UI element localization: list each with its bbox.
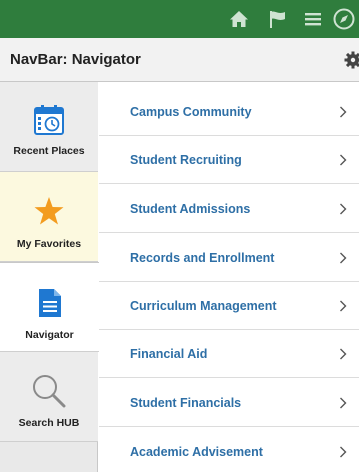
- chevron-right-icon: [339, 153, 347, 167]
- menu-item-label: Student Recruiting: [130, 153, 242, 167]
- sidebar-item-label: Recent Places: [13, 145, 85, 157]
- menu-item-label: Curriculum Management: [130, 299, 277, 313]
- chevron-right-icon: [339, 347, 347, 361]
- sidebar-item-label: Search HUB: [18, 417, 80, 429]
- chevron-right-icon: [339, 105, 347, 119]
- page-title: NavBar: Navigator: [10, 51, 141, 68]
- chevron-right-icon: [339, 445, 347, 459]
- sidebar-item-my-favorites[interactable]: My Favorites: [0, 172, 98, 262]
- menu-icon[interactable]: [298, 0, 328, 38]
- sidebar: Recent Places My Favorites Navigator Sea…: [0, 82, 99, 472]
- sidebar-item-label: Navigator: [25, 329, 74, 341]
- star-icon: [34, 197, 64, 230]
- menu-item-campus-community[interactable]: Campus Community: [99, 88, 359, 136]
- navigator-menu: Campus Community Student Recruiting Stud…: [99, 82, 359, 472]
- chevron-right-icon: [339, 202, 347, 216]
- menu-item-label: Records and Enrollment: [130, 251, 275, 265]
- sidebar-item-navigator[interactable]: Navigator: [0, 262, 99, 352]
- panel-header: NavBar: Navigator: [0, 38, 359, 82]
- chevron-right-icon: [339, 396, 347, 410]
- chevron-right-icon: [339, 251, 347, 265]
- menu-item-records-and-enrollment[interactable]: Records and Enrollment: [99, 234, 359, 282]
- calendar-clock-icon: [34, 105, 64, 140]
- menu-item-academic-advisement[interactable]: Academic Advisement: [99, 428, 359, 472]
- menu-item-curriculum-management[interactable]: Curriculum Management: [99, 282, 359, 330]
- menu-item-student-recruiting[interactable]: Student Recruiting: [99, 136, 359, 184]
- menu-item-financial-aid[interactable]: Financial Aid: [99, 330, 359, 378]
- home-icon[interactable]: [224, 0, 254, 38]
- chevron-right-icon: [339, 299, 347, 313]
- magnifier-icon: [32, 374, 66, 413]
- sidebar-item-label: My Favorites: [16, 238, 82, 250]
- top-navbar: [0, 0, 359, 38]
- menu-item-student-admissions[interactable]: Student Admissions: [99, 185, 359, 233]
- menu-item-label: Academic Advisement: [130, 445, 263, 459]
- compass-icon[interactable]: [332, 0, 359, 38]
- sidebar-item-search-hub[interactable]: Search HUB: [0, 352, 98, 442]
- menu-item-label: Student Financials: [130, 396, 242, 410]
- menu-item-label: Student Admissions: [130, 202, 251, 216]
- menu-item-label: Campus Community: [130, 105, 252, 119]
- gear-icon[interactable]: [344, 51, 359, 69]
- flag-icon[interactable]: [263, 0, 293, 38]
- menu-item-label: Financial Aid: [130, 347, 208, 361]
- menu-item-student-financials[interactable]: Student Financials: [99, 379, 359, 427]
- sidebar-item-recent-places[interactable]: Recent Places: [0, 82, 98, 172]
- document-icon: [38, 289, 61, 322]
